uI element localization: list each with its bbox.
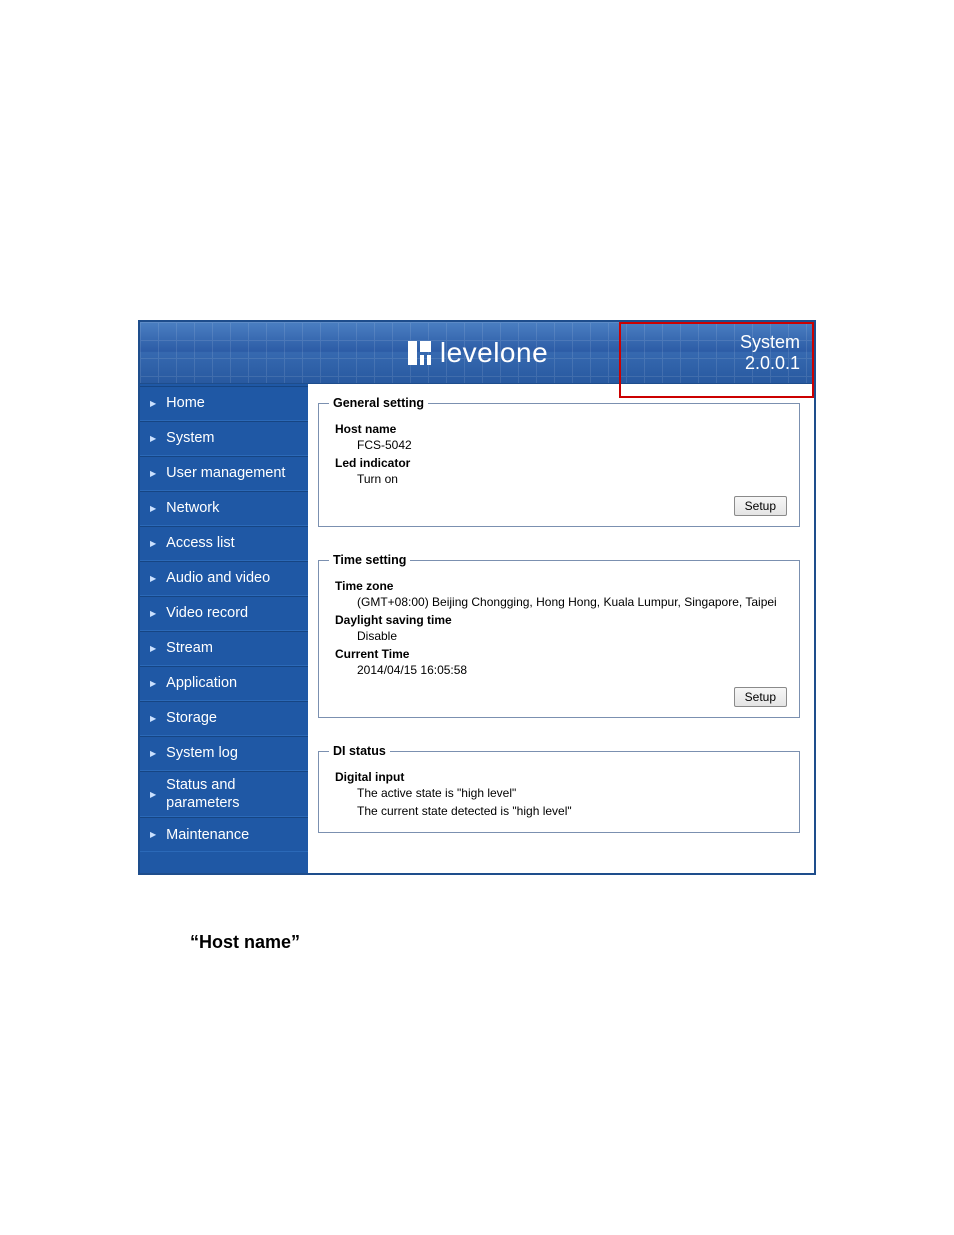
sidebar-item-maintenance[interactable]: ▶ Maintenance	[140, 817, 308, 852]
chevron-right-icon: ▶	[150, 609, 156, 618]
time-setting-legend: Time setting	[329, 553, 410, 567]
time-setting-panel: Time setting Time zone (GMT+08:00) Beiji…	[318, 553, 800, 718]
chevron-right-icon: ▶	[150, 539, 156, 548]
sidebar-item-system[interactable]: ▶ System	[140, 421, 308, 456]
sidebar-item-label: Access list	[166, 534, 235, 552]
sidebar-item-label: Home	[166, 394, 205, 412]
sidebar-item-stream[interactable]: ▶ Stream	[140, 631, 308, 666]
digital-input-current-state: The current state detected is "high leve…	[357, 804, 787, 818]
chevron-right-icon: ▶	[150, 504, 156, 513]
digital-input-active-state: The active state is "high level"	[357, 786, 787, 800]
sidebar-item-user-management[interactable]: ▶ User management	[140, 456, 308, 491]
sidebar-item-label: User management	[166, 464, 285, 482]
header-banner: levelone System 2.0.0.1	[140, 322, 814, 384]
sidebar-nav: ▶Home ▶System ▶User management ▶Network …	[140, 384, 308, 873]
app-frame: levelone System 2.0.0.1 ▶ Home ▶ System ▶ U…	[138, 320, 816, 875]
main-area: ▶Home ▶System ▶User management ▶Network …	[140, 384, 814, 873]
version-number: 2.0.0.1	[740, 353, 800, 374]
levelone-logo-icon	[406, 339, 434, 367]
sidebar-item-label: Storage	[166, 709, 217, 727]
version-highlight-box: System 2.0.0.1	[619, 322, 814, 398]
sidebar-item-label: Video record	[166, 604, 248, 622]
sidebar-item-storage[interactable]: ▶ Storage	[140, 701, 308, 736]
chevron-right-icon: ▶	[150, 790, 156, 799]
general-setup-button[interactable]: Setup	[734, 496, 787, 516]
chevron-right-icon: ▶	[150, 399, 156, 408]
timezone-label: Time zone	[335, 579, 787, 593]
led-indicator-value: Turn on	[357, 472, 787, 486]
sidebar-item-audio-video[interactable]: ▶ Audio and video	[140, 561, 308, 596]
content-panel: General setting Host name FCS-5042 Led i…	[308, 384, 814, 873]
general-setting-panel: General setting Host name FCS-5042 Led i…	[318, 396, 800, 527]
sidebar-item-label: Stream	[166, 639, 213, 657]
host-name-value: FCS-5042	[357, 438, 787, 452]
dst-label: Daylight saving time	[335, 613, 787, 627]
sidebar-item-system-log[interactable]: ▶ System log	[140, 736, 308, 771]
chevron-right-icon: ▶	[150, 574, 156, 583]
brand-text: levelone	[440, 337, 548, 369]
time-setup-button[interactable]: Setup	[734, 687, 787, 707]
general-setting-legend: General setting	[329, 396, 428, 410]
chevron-right-icon: ▶	[150, 714, 156, 723]
chevron-right-icon: ▶	[150, 434, 156, 443]
sidebar-item-label: Maintenance	[166, 826, 249, 844]
sidebar-item-application[interactable]: ▶ Application	[140, 666, 308, 701]
chevron-right-icon: ▶	[150, 679, 156, 688]
sidebar-item-access-list[interactable]: ▶ Access list	[140, 526, 308, 561]
chevron-right-icon: ▶	[150, 644, 156, 653]
sidebar-item-label: System	[166, 429, 214, 447]
sidebar-item-label: Audio and video	[166, 569, 270, 587]
sidebar-item-home[interactable]: ▶ Home	[140, 386, 308, 421]
timezone-value: (GMT+08:00) Beijing Chongging, Hong Hong…	[357, 595, 787, 609]
di-status-legend: DI status	[329, 744, 390, 758]
sidebar-item-label: System log	[166, 744, 238, 762]
sidebar-item-label: Network	[166, 499, 219, 517]
chevron-right-icon: ▶	[150, 830, 156, 839]
digital-input-label: Digital input	[335, 770, 787, 784]
current-time-label: Current Time	[335, 647, 787, 661]
sidebar-item-label: Application	[166, 674, 237, 692]
led-indicator-label: Led indicator	[335, 456, 787, 470]
page-caption-host-name: “Host name”	[190, 932, 300, 953]
chevron-right-icon: ▶	[150, 469, 156, 478]
host-name-label: Host name	[335, 422, 787, 436]
brand-logo: levelone	[406, 337, 548, 369]
sidebar-item-status-parameters[interactable]: ▶ Status and parameters	[140, 771, 308, 817]
sidebar-item-label: Status and parameters	[166, 776, 302, 812]
chevron-right-icon: ▶	[150, 749, 156, 758]
version-label: System	[740, 332, 800, 353]
di-status-panel: DI status Digital input The active state…	[318, 744, 800, 833]
dst-value: Disable	[357, 629, 787, 643]
current-time-value: 2014/04/15 16:05:58	[357, 663, 787, 677]
sidebar-item-network[interactable]: ▶ Network	[140, 491, 308, 526]
sidebar-item-video-record[interactable]: ▶ Video record	[140, 596, 308, 631]
